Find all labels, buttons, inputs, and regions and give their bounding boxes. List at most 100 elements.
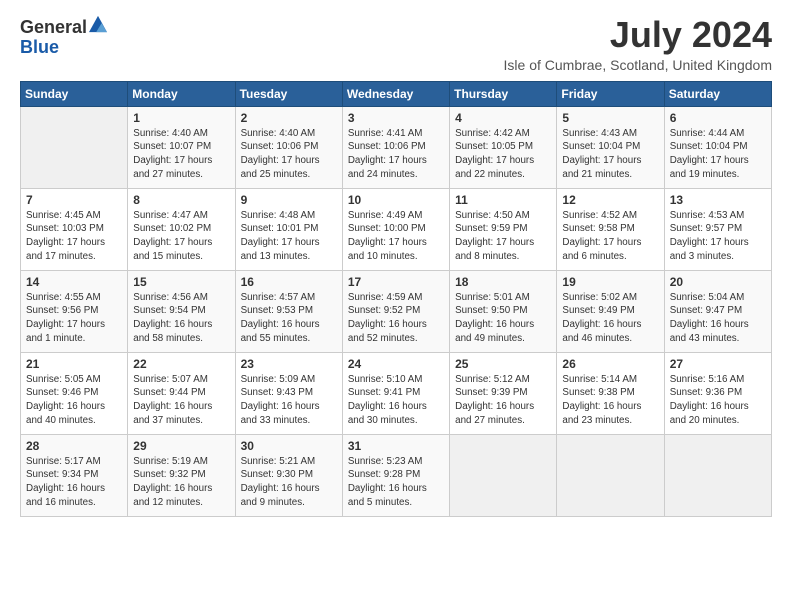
day-info: Sunrise: 5:04 AM Sunset: 9:47 PM Dayligh… — [670, 291, 766, 346]
day-info: Sunrise: 5:02 AM Sunset: 9:49 PM Dayligh… — [562, 291, 658, 346]
day-number: 10 — [348, 193, 444, 207]
day-info: Sunrise: 4:49 AM Sunset: 10:00 PM Daylig… — [348, 209, 444, 264]
cell-w1-d3: 10 Sunrise: 4:49 AM Sunset: 10:00 PM Dayl… — [342, 188, 449, 270]
day-info: Sunrise: 4:40 AM Sunset: 10:07 PM Daylig… — [133, 127, 229, 182]
month-title: July 2024 — [504, 15, 772, 55]
day-number: 2 — [241, 111, 337, 125]
cell-w0-d2: 2 Sunrise: 4:40 AM Sunset: 10:06 PM Dayli… — [235, 106, 342, 188]
day-info: Sunrise: 4:44 AM Sunset: 10:04 PM Daylig… — [670, 127, 766, 182]
day-number: 11 — [455, 193, 551, 207]
day-info: Sunrise: 4:48 AM Sunset: 10:01 PM Daylig… — [241, 209, 337, 264]
day-info: Sunrise: 4:55 AM Sunset: 9:56 PM Dayligh… — [26, 291, 122, 346]
cell-w4-d2: 30 Sunrise: 5:21 AM Sunset: 9:30 PM Dayli… — [235, 434, 342, 516]
day-number: 26 — [562, 357, 658, 371]
logo: General Blue — [20, 15, 107, 58]
header-tuesday: Tuesday — [235, 81, 342, 106]
day-info: Sunrise: 4:40 AM Sunset: 10:06 PM Daylig… — [241, 127, 337, 182]
header: General Blue July 2024 Isle of Cumbrae, … — [20, 15, 772, 73]
cell-w3-d3: 24 Sunrise: 5:10 AM Sunset: 9:41 PM Dayli… — [342, 352, 449, 434]
day-number: 20 — [670, 275, 766, 289]
week-row-5: 28 Sunrise: 5:17 AM Sunset: 9:34 PM Dayli… — [21, 434, 772, 516]
week-row-4: 21 Sunrise: 5:05 AM Sunset: 9:46 PM Dayli… — [21, 352, 772, 434]
cell-w4-d5 — [557, 434, 664, 516]
weekday-header-row: Sunday Monday Tuesday Wednesday Thursday… — [21, 81, 772, 106]
day-number: 7 — [26, 193, 122, 207]
cell-w4-d6 — [664, 434, 771, 516]
day-number: 27 — [670, 357, 766, 371]
day-info: Sunrise: 5:16 AM Sunset: 9:36 PM Dayligh… — [670, 373, 766, 428]
week-row-3: 14 Sunrise: 4:55 AM Sunset: 9:56 PM Dayli… — [21, 270, 772, 352]
cell-w0-d5: 5 Sunrise: 4:43 AM Sunset: 10:04 PM Dayli… — [557, 106, 664, 188]
day-number: 15 — [133, 275, 229, 289]
logo-general-text: General — [20, 17, 87, 37]
day-number: 9 — [241, 193, 337, 207]
cell-w4-d0: 28 Sunrise: 5:17 AM Sunset: 9:34 PM Dayli… — [21, 434, 128, 516]
day-number: 22 — [133, 357, 229, 371]
day-number: 23 — [241, 357, 337, 371]
day-info: Sunrise: 4:47 AM Sunset: 10:02 PM Daylig… — [133, 209, 229, 264]
day-info: Sunrise: 4:43 AM Sunset: 10:04 PM Daylig… — [562, 127, 658, 182]
day-info: Sunrise: 5:12 AM Sunset: 9:39 PM Dayligh… — [455, 373, 551, 428]
day-info: Sunrise: 4:53 AM Sunset: 9:57 PM Dayligh… — [670, 209, 766, 264]
cell-w0-d6: 6 Sunrise: 4:44 AM Sunset: 10:04 PM Dayli… — [664, 106, 771, 188]
cell-w2-d1: 15 Sunrise: 4:56 AM Sunset: 9:54 PM Dayli… — [128, 270, 235, 352]
day-info: Sunrise: 4:56 AM Sunset: 9:54 PM Dayligh… — [133, 291, 229, 346]
day-number: 5 — [562, 111, 658, 125]
cell-w1-d2: 9 Sunrise: 4:48 AM Sunset: 10:01 PM Dayli… — [235, 188, 342, 270]
day-number: 8 — [133, 193, 229, 207]
day-info: Sunrise: 4:52 AM Sunset: 9:58 PM Dayligh… — [562, 209, 658, 264]
cell-w1-d4: 11 Sunrise: 4:50 AM Sunset: 9:59 PM Dayli… — [450, 188, 557, 270]
day-info: Sunrise: 5:09 AM Sunset: 9:43 PM Dayligh… — [241, 373, 337, 428]
day-info: Sunrise: 4:57 AM Sunset: 9:53 PM Dayligh… — [241, 291, 337, 346]
day-info: Sunrise: 4:41 AM Sunset: 10:06 PM Daylig… — [348, 127, 444, 182]
header-saturday: Saturday — [664, 81, 771, 106]
day-info: Sunrise: 5:05 AM Sunset: 9:46 PM Dayligh… — [26, 373, 122, 428]
day-number: 30 — [241, 439, 337, 453]
day-info: Sunrise: 4:50 AM Sunset: 9:59 PM Dayligh… — [455, 209, 551, 264]
day-info: Sunrise: 5:10 AM Sunset: 9:41 PM Dayligh… — [348, 373, 444, 428]
day-info: Sunrise: 5:21 AM Sunset: 9:30 PM Dayligh… — [241, 455, 337, 510]
day-info: Sunrise: 5:07 AM Sunset: 9:44 PM Dayligh… — [133, 373, 229, 428]
day-number: 3 — [348, 111, 444, 125]
day-number: 17 — [348, 275, 444, 289]
cell-w2-d5: 19 Sunrise: 5:02 AM Sunset: 9:49 PM Dayli… — [557, 270, 664, 352]
page: General Blue July 2024 Isle of Cumbrae, … — [0, 0, 792, 612]
day-number: 21 — [26, 357, 122, 371]
cell-w1-d1: 8 Sunrise: 4:47 AM Sunset: 10:02 PM Dayli… — [128, 188, 235, 270]
day-info: Sunrise: 5:19 AM Sunset: 9:32 PM Dayligh… — [133, 455, 229, 510]
cell-w4-d3: 31Sunrise: 5:23 AM Sunset: 9:28 PM Dayli… — [342, 434, 449, 516]
cell-w0-d0 — [21, 106, 128, 188]
cell-w3-d2: 23 Sunrise: 5:09 AM Sunset: 9:43 PM Dayli… — [235, 352, 342, 434]
cell-w1-d5: 12 Sunrise: 4:52 AM Sunset: 9:58 PM Dayli… — [557, 188, 664, 270]
week-row-2: 7Sunrise: 4:45 AM Sunset: 10:03 PM Dayli… — [21, 188, 772, 270]
cell-w3-d0: 21 Sunrise: 5:05 AM Sunset: 9:46 PM Dayli… — [21, 352, 128, 434]
header-monday: Monday — [128, 81, 235, 106]
day-info: Sunrise: 5:17 AM Sunset: 9:34 PM Dayligh… — [26, 455, 122, 510]
day-number: 19 — [562, 275, 658, 289]
cell-w2-d0: 14 Sunrise: 4:55 AM Sunset: 9:56 PM Dayli… — [21, 270, 128, 352]
title-area: July 2024 Isle of Cumbrae, Scotland, Uni… — [504, 15, 772, 73]
cell-w3-d1: 22 Sunrise: 5:07 AM Sunset: 9:44 PM Dayli… — [128, 352, 235, 434]
day-number: 6 — [670, 111, 766, 125]
day-info: Sunrise: 4:42 AM Sunset: 10:05 PM Daylig… — [455, 127, 551, 182]
logo-icon — [89, 15, 107, 33]
cell-w0-d4: 4Sunrise: 4:42 AM Sunset: 10:05 PM Dayli… — [450, 106, 557, 188]
day-number: 24 — [348, 357, 444, 371]
day-number: 14 — [26, 275, 122, 289]
day-number: 12 — [562, 193, 658, 207]
header-wednesday: Wednesday — [342, 81, 449, 106]
day-info: Sunrise: 4:59 AM Sunset: 9:52 PM Dayligh… — [348, 291, 444, 346]
cell-w3-d5: 26 Sunrise: 5:14 AM Sunset: 9:38 PM Dayli… — [557, 352, 664, 434]
cell-w4-d1: 29Sunrise: 5:19 AM Sunset: 9:32 PM Dayli… — [128, 434, 235, 516]
cell-w1-d6: 13 Sunrise: 4:53 AM Sunset: 9:57 PM Dayli… — [664, 188, 771, 270]
week-row-1: 1Sunrise: 4:40 AM Sunset: 10:07 PM Dayli… — [21, 106, 772, 188]
day-info: Sunrise: 5:14 AM Sunset: 9:38 PM Dayligh… — [562, 373, 658, 428]
day-number: 13 — [670, 193, 766, 207]
day-number: 31 — [348, 439, 444, 453]
day-number: 28 — [26, 439, 122, 453]
day-number: 18 — [455, 275, 551, 289]
day-info: Sunrise: 5:01 AM Sunset: 9:50 PM Dayligh… — [455, 291, 551, 346]
day-number: 25 — [455, 357, 551, 371]
cell-w3-d4: 25 Sunrise: 5:12 AM Sunset: 9:39 PM Dayli… — [450, 352, 557, 434]
cell-w4-d4 — [450, 434, 557, 516]
